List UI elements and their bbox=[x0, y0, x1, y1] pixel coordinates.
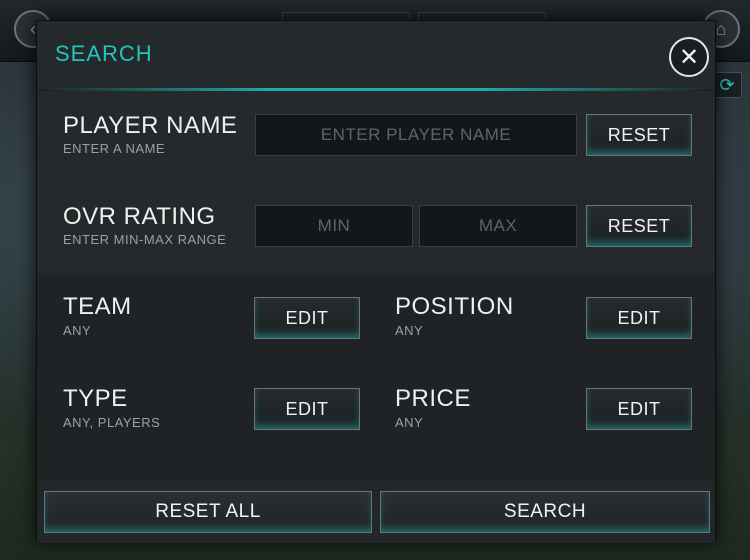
search-button[interactable]: SEARCH bbox=[380, 491, 710, 533]
team-value: ANY bbox=[63, 323, 92, 338]
close-button[interactable]: ✕ bbox=[669, 37, 709, 77]
price-label: PRICE bbox=[395, 385, 471, 412]
position-label: POSITION bbox=[395, 293, 514, 320]
ovr-rating-row: OVR RATING ENTER MIN-MAX RANGE RESET bbox=[37, 181, 715, 273]
type-price-row: TYPE ANY, PLAYERS EDIT PRICE ANY EDIT bbox=[37, 365, 715, 481]
team-label: TEAM bbox=[63, 293, 132, 320]
type-label: TYPE bbox=[63, 385, 128, 412]
team-edit-button[interactable]: EDIT bbox=[254, 297, 360, 339]
player-name-hint: ENTER A NAME bbox=[63, 141, 166, 156]
player-name-label: PLAYER NAME bbox=[63, 112, 238, 139]
modal-header: SEARCH ✕ bbox=[37, 21, 715, 89]
ovr-rating-hint: ENTER MIN-MAX RANGE bbox=[63, 232, 227, 247]
search-modal: SEARCH ✕ PLAYER NAME ENTER A NAME RESET … bbox=[36, 20, 716, 543]
refresh-icon[interactable]: ⟳ bbox=[712, 72, 742, 98]
price-edit-button[interactable]: EDIT bbox=[586, 388, 692, 430]
modal-title: SEARCH bbox=[55, 41, 153, 66]
player-name-input[interactable] bbox=[255, 114, 577, 156]
ovr-rating-label: OVR RATING bbox=[63, 203, 216, 230]
price-value: ANY bbox=[395, 415, 424, 430]
reset-all-button[interactable]: RESET ALL bbox=[44, 491, 372, 533]
close-icon: ✕ bbox=[678, 43, 700, 71]
ovr-rating-reset-button[interactable]: RESET bbox=[586, 205, 692, 247]
modal-footer: RESET ALL SEARCH bbox=[37, 481, 715, 543]
ovr-min-input[interactable] bbox=[255, 205, 413, 247]
position-value: ANY bbox=[395, 323, 424, 338]
ovr-max-input[interactable] bbox=[419, 205, 577, 247]
type-edit-button[interactable]: EDIT bbox=[254, 388, 360, 430]
player-name-row: PLAYER NAME ENTER A NAME RESET bbox=[37, 91, 715, 181]
player-name-reset-button[interactable]: RESET bbox=[586, 114, 692, 156]
team-position-row: TEAM ANY EDIT POSITION ANY EDIT bbox=[37, 273, 715, 365]
type-value: ANY, PLAYERS bbox=[63, 415, 161, 430]
position-edit-button[interactable]: EDIT bbox=[586, 297, 692, 339]
